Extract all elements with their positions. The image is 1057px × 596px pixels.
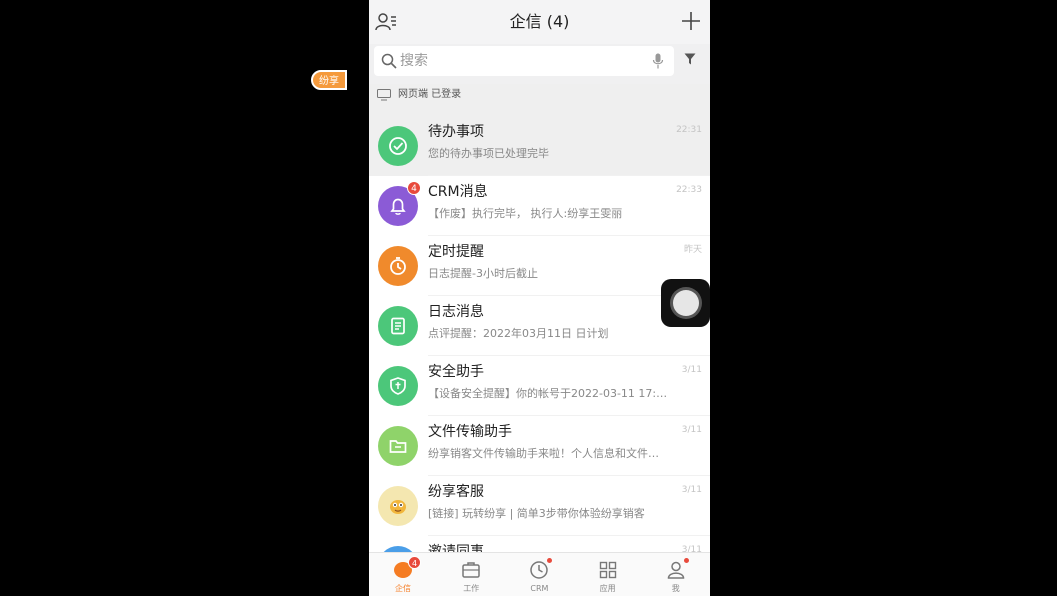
grid-icon bbox=[599, 561, 616, 579]
check-circle-icon bbox=[389, 137, 407, 155]
tab-briefcase[interactable]: 工作 bbox=[437, 553, 505, 596]
tab-label: CRM bbox=[530, 584, 549, 593]
conversation-preview: 【设备安全提醒】你的帐号于2022-03-11 17:… bbox=[428, 387, 668, 400]
notification-dot bbox=[683, 558, 689, 563]
tab-person[interactable]: 我 bbox=[642, 553, 710, 596]
timer-icon bbox=[390, 257, 406, 275]
conversation-preview: 日志提醒-3小时后截止 bbox=[428, 267, 538, 280]
conversation-title: 纷享客服 bbox=[428, 484, 484, 500]
conversation-time: 3/11 bbox=[681, 485, 702, 495]
conversation-row[interactable]: 4 CRM消息【作废】执行完毕， 执行人:纷享王雯丽 22:33 bbox=[369, 176, 710, 236]
notification-dot bbox=[547, 558, 553, 563]
search-icon bbox=[381, 53, 397, 69]
clock-icon bbox=[530, 561, 549, 579]
tab-bar: 4 企信 工作 CRM 应用 我 bbox=[369, 552, 710, 596]
conversation-row[interactable]: 日志消息点评提醒：2022年03月11日 日计划 bbox=[369, 296, 710, 356]
web-login-status[interactable]: 网页端 已登录 bbox=[369, 84, 710, 116]
add-icon[interactable] bbox=[680, 10, 702, 32]
header-bar: 企信 (4) bbox=[369, 0, 710, 44]
tab-label: 应用 bbox=[599, 584, 616, 593]
person-icon bbox=[667, 561, 685, 579]
unread-badge: 4 bbox=[407, 181, 421, 195]
conversation-avatar bbox=[378, 246, 418, 286]
tab-label: 工作 bbox=[463, 584, 480, 593]
tab-label: 我 bbox=[671, 584, 680, 593]
page-title: 企信 (4) bbox=[509, 12, 570, 31]
conversation-avatar bbox=[378, 486, 418, 526]
folder-icon bbox=[389, 440, 407, 453]
mascot-icon bbox=[390, 500, 406, 514]
floating-bubble[interactable]: 纷享 bbox=[311, 70, 347, 90]
tab-clock[interactable]: CRM bbox=[505, 553, 573, 596]
conversation-preview: 【作废】执行完毕， 执行人:纷享王雯丽 bbox=[428, 207, 623, 220]
conversation-row[interactable]: 待办事项您的待办事项已处理完毕 22:31 bbox=[369, 116, 710, 176]
conversation-avatar bbox=[378, 126, 418, 166]
briefcase-icon bbox=[462, 562, 480, 578]
shield-icon bbox=[390, 377, 406, 395]
assistive-touch-button[interactable] bbox=[661, 279, 710, 327]
conversation-preview: [链接] 玩转纷享 | 简单3步带你体验纷享销客 bbox=[428, 507, 645, 520]
conversation-time: 3/11 bbox=[681, 425, 702, 435]
conversation-time: 昨天 bbox=[683, 245, 702, 255]
tab-chat[interactable]: 4 企信 bbox=[369, 553, 437, 596]
conversation-preview: 点评提醒：2022年03月11日 日计划 bbox=[428, 327, 609, 340]
assistive-touch-icon bbox=[673, 290, 699, 316]
conversation-preview: 您的待办事项已处理完毕 bbox=[428, 147, 549, 160]
conversation-title: CRM消息 bbox=[428, 184, 488, 200]
conversation-title: 待办事项 bbox=[428, 124, 484, 140]
search-input[interactable]: 搜索 bbox=[374, 46, 674, 76]
web-login-text: 网页端 已登录 bbox=[398, 89, 462, 100]
search-area: 搜索 bbox=[369, 44, 710, 84]
conversation-title: 日志消息 bbox=[428, 304, 484, 320]
bell-icon bbox=[390, 198, 406, 215]
tab-label: 企信 bbox=[395, 584, 411, 593]
search-placeholder: 搜索 bbox=[400, 53, 428, 69]
conversation-title: 定时提醒 bbox=[428, 244, 484, 260]
conversation-row[interactable]: 定时提醒日志提醒-3小时后截止 昨天 bbox=[369, 236, 710, 296]
conversation-title: 安全助手 bbox=[428, 364, 484, 380]
microphone-icon[interactable] bbox=[652, 53, 664, 69]
conversation-avatar bbox=[378, 426, 418, 466]
conversation-avatar bbox=[378, 306, 418, 346]
conversation-title: 文件传输助手 bbox=[428, 424, 512, 440]
conversation-time: 22:31 bbox=[676, 125, 702, 135]
filter-icon[interactable] bbox=[684, 53, 696, 65]
conversation-row[interactable]: 安全助手【设备安全提醒】你的帐号于2022-03-11 17:… 3/11 bbox=[369, 356, 710, 416]
conversation-row[interactable]: 文件传输助手纷享销客文件传输助手来啦！个人信息和文件… 3/11 bbox=[369, 416, 710, 476]
conversation-avatar bbox=[378, 366, 418, 406]
tab-grid[interactable]: 应用 bbox=[574, 553, 642, 596]
conversation-time: 22:33 bbox=[676, 185, 702, 195]
conversation-preview: 纷享销客文件传输助手来啦！个人信息和文件… bbox=[428, 447, 659, 460]
phone-screen: 企信 (4) 搜索 网页端 已登录 待办事项 您的待办事项已处理完毕 22:31… bbox=[369, 0, 710, 596]
conversation-time: 3/11 bbox=[681, 365, 702, 375]
monitor-icon bbox=[377, 89, 391, 101]
conversation-row[interactable]: 纷享客服 [链接] 玩转纷享 | 简单3步带你体验纷享销客 3/11 bbox=[369, 476, 710, 536]
document-icon bbox=[391, 317, 405, 335]
tab-badge: 4 bbox=[408, 556, 421, 569]
